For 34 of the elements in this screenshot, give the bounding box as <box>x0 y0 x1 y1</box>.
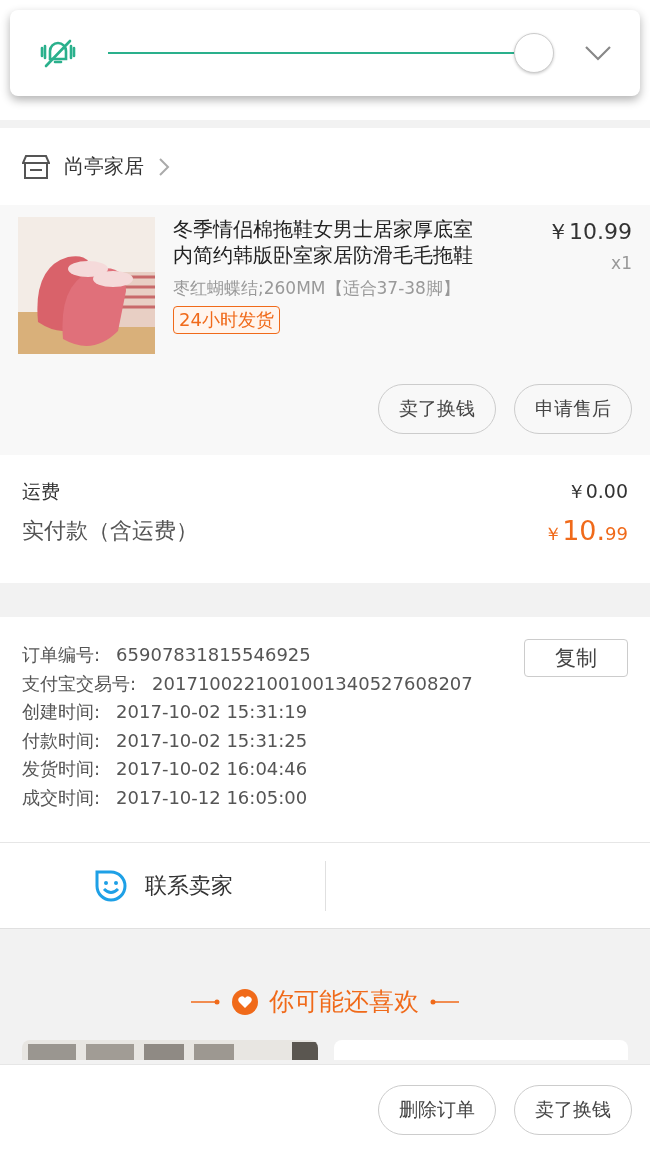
info-label: 创建时间: <box>22 700 101 724</box>
muted-bell-icon[interactable] <box>38 38 78 68</box>
quantity: x1 <box>611 253 632 273</box>
product-title[interactable]: 冬季情侣棉拖鞋女男士居家厚底室内简约韩版卧室家居防滑毛毛拖鞋 <box>173 217 478 269</box>
info-value: 65907831815546925 <box>116 643 311 667</box>
chevron-down-icon[interactable] <box>584 45 612 61</box>
info-label: 付款时间: <box>22 728 101 753</box>
action-button[interactable]: 删除订单 <box>378 1085 496 1135</box>
cost-label: 运费 <box>22 479 60 504</box>
action-button[interactable]: 申请售后 <box>514 384 632 434</box>
store-name[interactable]: 尚亭家居 <box>64 153 144 180</box>
recommend-title: 你可能还喜欢 <box>269 986 419 1018</box>
info-label: 支付宝交易号: <box>22 671 137 696</box>
info-value: 2017100221001001340527608207 <box>152 671 473 696</box>
info-value: 2017-10-12 16:05:00 <box>116 785 308 810</box>
info-label: 发货时间: <box>22 757 101 781</box>
info-label: 成交时间: <box>22 785 101 810</box>
cost-label: 实付款（含运费） <box>22 516 198 545</box>
total-amount: ￥10.99 <box>544 515 628 546</box>
slider-thumb[interactable] <box>514 33 554 73</box>
info-label: 订单编号: <box>22 643 101 667</box>
cost-value: ￥0.00 <box>566 479 628 504</box>
action-button[interactable]: 卖了换钱 <box>378 384 496 434</box>
price: ￥10.99 <box>547 218 632 246</box>
store-icon <box>22 153 50 180</box>
info-value: 2017-10-02 15:31:25 <box>116 728 308 753</box>
volume-slider[interactable] <box>108 33 554 73</box>
action-button[interactable]: 卖了换钱 <box>514 1085 632 1135</box>
info-value: 2017-10-02 16:04:46 <box>116 757 308 781</box>
product-spec: 枣红蝴蝶结;260MM【适合37-38脚】 <box>173 277 460 300</box>
shipping-tag: 24小时发货 <box>173 306 280 334</box>
info-value: 2017-10-02 15:31:19 <box>116 700 308 724</box>
chevron-right-icon[interactable] <box>158 156 170 177</box>
copy-button[interactable]: 复制 <box>524 639 628 677</box>
